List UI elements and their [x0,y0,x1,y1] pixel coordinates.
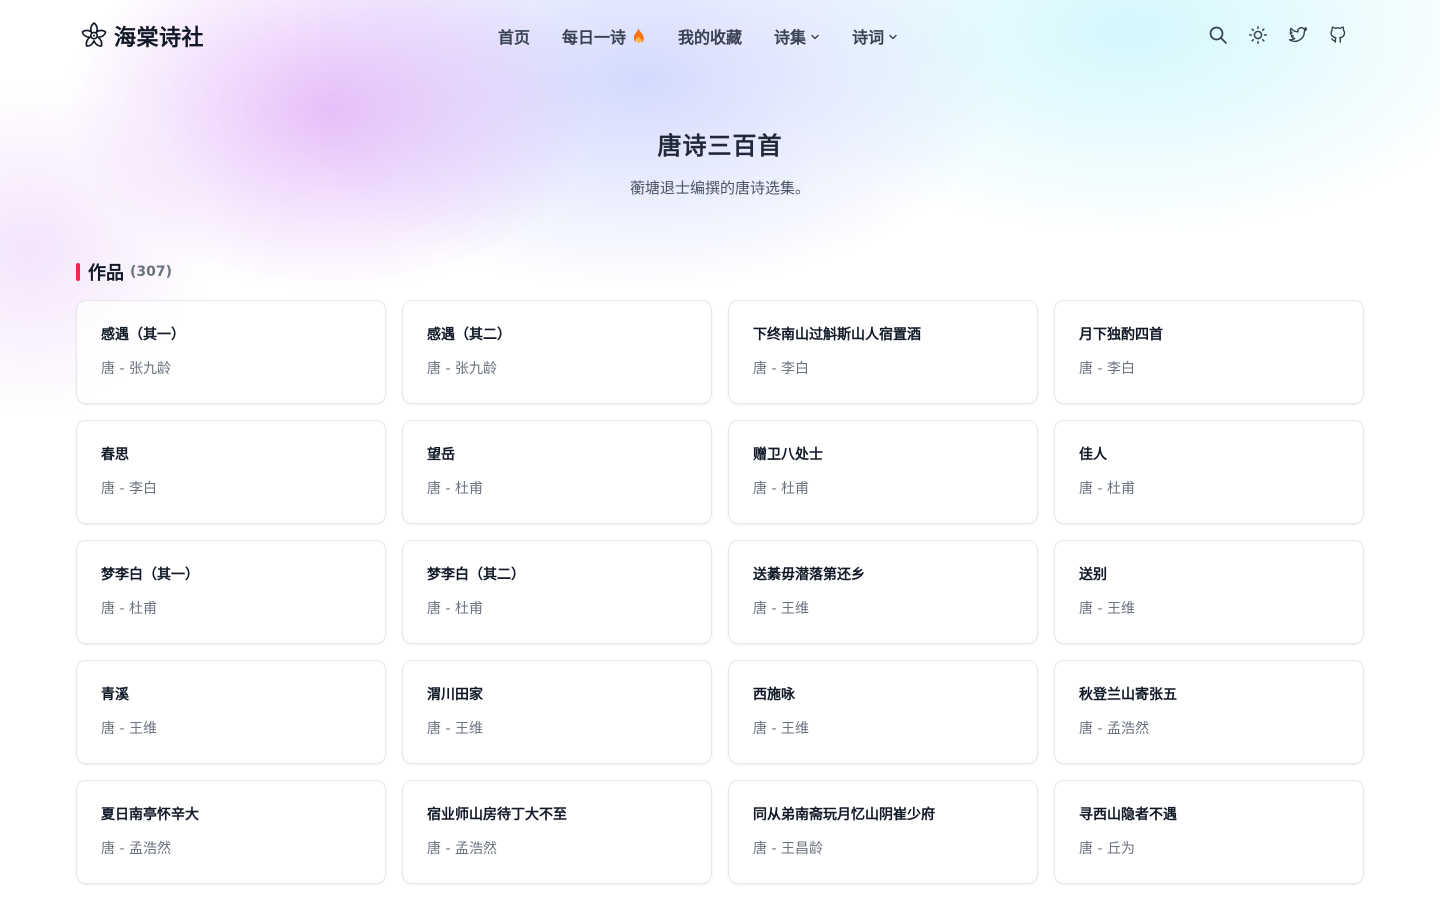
poem-title: 下终南山过斛斯山人宿置酒 [753,327,921,343]
section-heading: 作品 (307) [76,259,172,285]
nav-ci-label: 诗词 [852,28,885,47]
chevron-down-icon [811,34,819,40]
poem-card[interactable]: 送綦毋潜落第还乡唐 - 王维 [728,540,1038,644]
poem-title: 青溪 [101,687,129,703]
poem-card[interactable]: 送别唐 - 王维 [1054,540,1364,644]
section-accent-bar [76,263,80,281]
poem-title: 同从弟南斋玩月忆山阴崔少府 [753,807,935,823]
nav-ci-dropdown[interactable]: 诗词 [852,24,898,48]
poem-title: 宿业师山房待丁大不至 [427,807,567,823]
main-nav: 首页 每日一诗 我的收藏 诗集 诗词 [498,24,898,48]
poem-meta: 唐 - 张九龄 [427,361,497,377]
poem-meta: 唐 - 王维 [101,721,157,737]
poem-card[interactable]: 下终南山过斛斯山人宿置酒唐 - 李白 [728,300,1038,404]
poem-meta: 唐 - 王维 [753,721,809,737]
poem-card[interactable]: 感遇（其一） 唐 - 张九龄 [76,300,386,404]
poem-title: 望岳 [427,447,455,463]
chevron-down-icon [889,34,897,40]
poem-meta: 唐 - 杜甫 [427,481,483,497]
poem-card[interactable]: 夏日南亭怀辛大唐 - 孟浩然 [76,780,386,884]
poem-card[interactable]: 感遇（其二） 唐 - 张九龄 [402,300,712,404]
poem-card[interactable]: 望岳唐 - 杜甫 [402,420,712,524]
poem-meta: 唐 - 李白 [753,361,809,377]
brand-name: 海棠诗社 [114,26,205,51]
poem-meta: 唐 - 王维 [1079,601,1135,617]
poem-meta: 唐 - 杜甫 [1079,481,1135,497]
poem-title: 西施咏 [753,687,795,703]
poem-card[interactable]: 梦李白（其一） 唐 - 杜甫 [76,540,386,644]
nav-collections-dropdown[interactable]: 诗集 [774,24,820,48]
poem-card[interactable]: 寻西山隐者不遇唐 - 丘为 [1054,780,1364,884]
poem-title: 秋登兰山寄张五 [1079,687,1177,703]
sun-icon[interactable] [1248,25,1268,45]
page-subtitle: 蘅塘退士编撰的唐诗选集。 [629,179,810,197]
poem-card[interactable]: 月下独酌四首唐 - 李白 [1054,300,1364,404]
page: 海棠诗社 首页 每日一诗 我的收藏 诗集 诗词 唐诗三百首 蘅塘退士编撰的唐诗选… [0,0,1440,900]
poem-grid: 感遇（其一）唐 - 张九龄 感遇（其二）唐 - 张九龄 下终南山过斛斯山人宿置酒唐 … [76,300,1364,884]
nav-daily-poem-label: 每日一诗 [562,28,627,47]
nav-collections-label: 诗集 [774,28,807,47]
site-header: 海棠诗社 首页 每日一诗 我的收藏 诗集 诗词 [0,0,1440,74]
poem-meta: 唐 - 李白 [101,481,157,497]
poem-meta: 唐 - 丘为 [1079,841,1135,857]
flame-icon [633,28,644,43]
poem-meta: 唐 - 王昌龄 [753,841,823,857]
search-icon[interactable] [1208,25,1228,45]
poem-title: 夏日南亭怀辛大 [101,807,199,823]
poem-title: 梦李白（其二） [427,567,525,583]
poem-meta: 唐 - 李白 [1079,361,1135,377]
poem-meta: 唐 - 孟浩然 [1079,721,1149,737]
nav-favorites[interactable]: 我的收藏 [678,24,742,48]
poem-title: 送綦毋潜落第还乡 [753,567,865,583]
poem-card[interactable]: 佳人唐 - 杜甫 [1054,420,1364,524]
poem-meta: 唐 - 杜甫 [427,601,483,617]
nav-home-label: 首页 [498,28,531,47]
page-title: 唐诗三百首 [657,132,783,160]
poem-card[interactable]: 宿业师山房待丁大不至唐 - 孟浩然 [402,780,712,884]
flower-icon [81,22,107,47]
logo-link[interactable]: 海棠诗社 [78,20,204,52]
poem-card[interactable]: 青溪唐 - 王维 [76,660,386,764]
section-count: (307) [130,264,173,280]
twitter-icon[interactable] [1288,25,1308,45]
nav-favorites-label: 我的收藏 [678,28,743,47]
poem-title: 寻西山隐者不遇 [1079,807,1177,823]
nav-home[interactable]: 首页 [498,24,530,48]
poem-meta: 唐 - 张九龄 [101,361,171,377]
github-icon[interactable] [1328,25,1348,45]
poem-meta: 唐 - 孟浩然 [427,841,497,857]
poem-meta: 唐 - 杜甫 [753,481,809,497]
poem-title: 月下独酌四首 [1079,327,1163,343]
poem-card[interactable]: 西施咏唐 - 王维 [728,660,1038,764]
poem-title: 佳人 [1079,447,1107,463]
poem-meta: 唐 - 杜甫 [101,601,157,617]
poem-card[interactable]: 梦李白（其二） 唐 - 杜甫 [402,540,712,644]
nav-daily-poem[interactable]: 每日一诗 [562,24,646,48]
poem-meta: 唐 - 孟浩然 [101,841,171,857]
poem-title: 感遇（其二） [427,327,511,343]
section-title: 作品 [88,263,124,284]
poem-card[interactable]: 赠卫八处士唐 - 杜甫 [728,420,1038,524]
poem-title: 感遇（其一） [101,327,185,343]
poem-title: 赠卫八处士 [753,447,823,463]
poem-title: 渭川田家 [427,687,483,703]
poem-title: 送别 [1079,567,1107,583]
poem-card[interactable]: 同从弟南斋玩月忆山阴崔少府唐 - 王昌龄 [728,780,1038,884]
poem-title: 春思 [101,447,129,463]
poem-meta: 唐 - 王维 [753,601,809,617]
poem-card[interactable]: 秋登兰山寄张五唐 - 孟浩然 [1054,660,1364,764]
poem-card[interactable]: 春思唐 - 李白 [76,420,386,524]
header-actions [1208,25,1348,45]
poem-card[interactable]: 渭川田家唐 - 王维 [402,660,712,764]
poem-title: 梦李白（其一） [101,567,199,583]
poem-meta: 唐 - 王维 [427,721,483,737]
